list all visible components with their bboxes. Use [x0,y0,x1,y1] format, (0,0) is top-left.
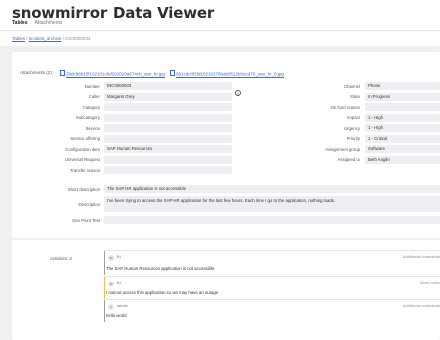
attachments-label: Attachments (2): [20,70,54,75]
field-value[interactable] [104,216,440,224]
field-value[interactable] [104,124,232,132]
activity-header: BI BI [108,254,121,261]
tab-tables[interactable]: Tables [12,20,27,26]
document-icon [170,70,175,76]
breadcrumb-separator: / [26,36,28,41]
app-title: Data Viewer [113,4,215,22]
activity-entry: BI BI Work notes I cannot access this appli… [104,276,440,299]
field-label: Configuration item [65,146,100,152]
breadcrumb-separator: / [62,36,64,41]
top-tabs: Tables Attachments [12,20,68,26]
breadcrumb-table-link[interactable]: incident_archive [29,36,62,41]
field-label: Subcategory [75,115,100,120]
field-value[interactable]: INC0000033 [104,82,232,90]
field-label: Short description [67,186,100,192]
attachment-link-1[interactable]: 2bdcb6b10f102101c9d202020a674cb_san_hr.j… [60,70,165,77]
field-label: Number [84,83,100,89]
activity-message: The SAP Human Resources application is n… [106,266,215,271]
field-value[interactable]: Beth Anglin [365,155,440,164]
activity-author: BI [117,280,121,285]
field-value[interactable]: In Progress [365,92,440,101]
header-divider [0,30,440,31]
field-label: Service [85,125,100,131]
attachment-link-2[interactable]: 051cdc0f1fd102102786ab0512b0ecd70_san_hr… [170,70,284,77]
app-header: snowmirror Data Viewer Tables Attachments… [0,0,440,46]
activity-header: Aadmin [108,303,128,310]
activity-accent-bar [104,300,106,322]
breadcrumb-record: INC0000033 [65,36,91,41]
field-label: Channel [343,83,360,89]
field-label: Caller [88,94,100,99]
avatar: A [108,304,114,310]
tab-attachments[interactable]: Attachments [35,20,63,26]
field-label: Dev Point Test [72,217,100,223]
activity-entry: Aadmin Additional comments hello world [104,299,440,322]
field-label: Transfer reason [69,167,100,173]
field-value[interactable]: SAP Human Resources [104,145,232,153]
activities-label: Activities: 3 [50,256,72,261]
activity-author: BI [117,254,121,259]
field-value[interactable] [104,103,232,111]
caller-info-icon[interactable]: i [235,90,241,96]
activity-type: Additional comments [402,303,440,308]
activity-header: BI BI [108,280,121,287]
field-value[interactable] [104,113,232,122]
field-label: Assignment group [325,146,360,152]
field-label: Impact [347,115,360,120]
field-value[interactable]: 1 - Critical [365,134,440,143]
field-value[interactable]: Margaret Grey [104,92,232,101]
avatar: BI [108,281,114,287]
field-value[interactable]: 1 - High [365,113,440,122]
activity-type: Additional comments [402,254,440,259]
field-label: Description [78,201,101,207]
field-value[interactable]: Phone [365,82,440,90]
field-label: On hold reason [330,104,360,110]
activity-type: Work notes [419,280,440,285]
field-label: Universal Request [64,157,100,162]
field-label: Assigned to [337,157,360,162]
breadcrumb: Tables / incident_archive / INC0000033 [12,36,90,41]
activity-author: admin [117,303,128,308]
field-label: Priority [346,136,360,141]
document-icon [60,70,65,76]
activity-accent-bar [104,251,106,275]
activity-entry: BI BI Additional comments The SAP Human Res… [104,250,440,275]
field-value[interactable]: Software [365,145,440,153]
field-label: Urgency [343,125,360,131]
activity-message: I cannot access this application so we m… [106,290,219,295]
field-value[interactable]: I've been trying to access the SAP HR ap… [104,196,440,212]
avatar: BI [108,255,114,261]
field-value[interactable]: 1 - High [365,124,440,132]
field-label: State [349,94,360,99]
breadcrumb-tables-link[interactable]: Tables [12,36,25,41]
field-value[interactable] [104,166,232,174]
activity-accent-bar [104,277,106,299]
field-value[interactable] [104,134,232,143]
field-value[interactable] [104,155,232,164]
field-label: Category [82,104,100,110]
activity-message: hello world [106,313,127,318]
field-value[interactable]: The SAP HR application is not accessible [104,185,440,193]
field-label: Service offering [70,136,100,141]
field-value[interactable] [365,103,440,111]
